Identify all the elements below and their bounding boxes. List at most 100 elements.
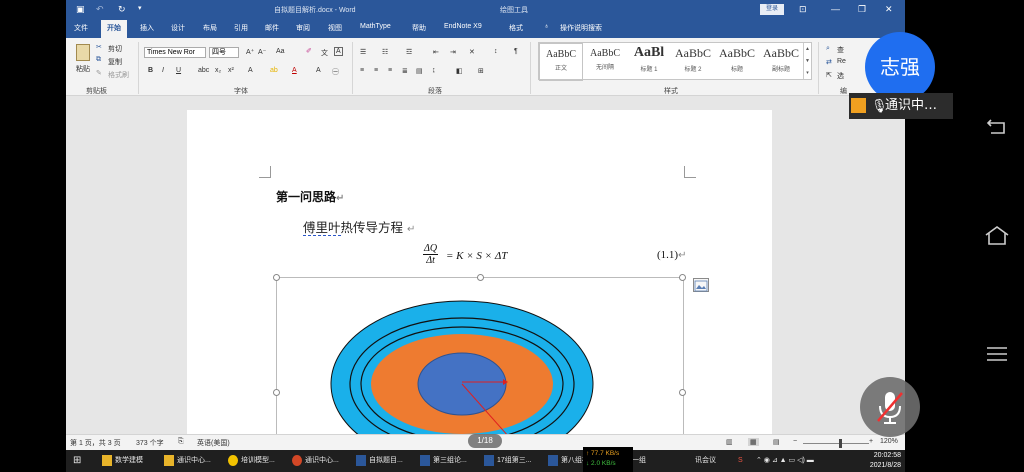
zoom-out-icon[interactable]: − [793,438,797,445]
windows-start-icon[interactable]: ⊞ [73,450,81,472]
tab-home[interactable]: 开始 [101,20,127,38]
taskbar-item-meeting[interactable]: 讯会议 [695,450,716,472]
shrink-font-icon[interactable]: A⁻ [258,48,266,56]
highlight-icon[interactable]: ab [270,67,278,74]
taskbar-item[interactable]: 第三组论... [420,450,467,472]
font-color-icon[interactable]: A [292,67,297,74]
proofing-icon[interactable]: ⎘ [178,438,184,446]
chinese-layout-icon[interactable]: ✕ [469,48,475,56]
tab-help[interactable]: 帮助 [412,23,426,33]
decrease-indent-icon[interactable]: ⇤ [433,48,439,56]
italic-icon[interactable]: I [162,67,164,74]
tell-me-search[interactable]: 操作说明搜索 [560,23,602,33]
underline-icon[interactable]: U [176,67,181,74]
zoom-in-icon[interactable]: + [869,438,873,445]
equation-rhs[interactable]: = K × S × ΔT [446,250,507,262]
read-mode-icon[interactable]: ▥ [726,438,733,446]
tab-insert[interactable]: 插入 [140,23,154,33]
tab-format[interactable]: 格式 [509,23,523,33]
find-button[interactable]: 查 [837,45,844,55]
tab-mailings[interactable]: 邮件 [265,23,279,33]
taskbar-item[interactable]: 自拟题目... [356,450,403,472]
participant-avatar[interactable]: 志强 [865,32,935,102]
char-shading-icon[interactable]: A [316,67,321,74]
print-layout-icon[interactable]: ▦ [748,438,759,446]
minimize-icon[interactable]: — [831,4,840,14]
save-icon[interactable]: ▣ [76,4,85,15]
resize-handle-tc[interactable] [477,274,484,281]
bullets-icon[interactable]: ☰ [360,48,366,56]
page-count[interactable]: 第 1 页，共 3 页 [70,438,121,448]
grow-font-icon[interactable]: A⁺ [246,48,254,56]
quick-access-dropdown-icon[interactable]: ▾ [138,4,142,12]
resize-handle-tl[interactable] [273,274,280,281]
increase-indent-icon[interactable]: ⇥ [450,48,456,56]
resize-handle-mr[interactable] [679,389,686,396]
line-spacing-icon[interactable]: ↨ [432,67,436,74]
align-right-icon[interactable]: ≡ [388,67,392,74]
enclose-char-icon[interactable]: ㊀ [332,67,339,77]
text-effects-icon[interactable]: A [248,67,253,74]
mute-microphone-button[interactable] [860,377,920,437]
font-size-select[interactable]: 四号 [209,47,239,58]
bold-icon[interactable]: B [148,67,153,74]
selected-figure[interactable] [273,274,686,447]
web-layout-icon[interactable]: ▤ [773,438,780,446]
subscript-icon[interactable]: x₂ [215,67,221,74]
layout-options-icon[interactable] [693,278,709,292]
tab-design[interactable]: 设计 [171,23,185,33]
equation-fraction[interactable]: ΔQ Δt [423,243,439,266]
restore-icon[interactable]: ❐ [858,4,866,15]
taskbar-item[interactable]: 培训模型... [228,450,275,472]
resize-handle-tr[interactable] [679,274,686,281]
replace-button[interactable]: Re [837,58,846,65]
close-icon[interactable]: ✕ [885,4,893,15]
style-normal[interactable]: AaBbC 正文 [539,43,583,81]
paste-button[interactable]: 粘贴 [72,43,94,81]
styles-scroll-icon[interactable]: ▲ ▼ ▾ [803,43,811,79]
copy-button[interactable]: 复制 [108,57,122,67]
distributed-icon[interactable]: ▤ [416,67,423,75]
show-marks-icon[interactable]: ¶ [514,48,518,55]
shading-icon[interactable]: ◧ [456,67,463,75]
taskbar-item[interactable]: 通识中心... [164,450,211,472]
section-heading[interactable]: 第一问思路↵ [276,188,344,205]
change-case-icon[interactable]: Aa [276,48,285,55]
taskbar-item[interactable]: 数学建模 [102,450,143,472]
multilevel-list-icon[interactable]: ☲ [406,48,412,56]
back-icon[interactable] [983,112,1011,140]
tab-references[interactable]: 引用 [234,23,248,33]
menu-icon[interactable] [983,340,1011,368]
font-name-select[interactable]: Times New Ror [144,47,206,58]
tab-view[interactable]: 视图 [328,23,342,33]
style-no-spacing[interactable]: AaBbC 无间隔 [583,43,627,81]
style-subtitle[interactable]: AaBbC 副标题 [759,43,803,81]
zoom-level[interactable]: 120% [880,438,898,445]
clear-format-icon[interactable]: ✐ [306,47,312,55]
select-button[interactable]: 选 [837,71,844,81]
zoom-slider-thumb[interactable] [839,439,842,448]
tray-icons[interactable]: ⌃ ◉ ⊿ ▲ ▭ ◁) ▬ [756,450,814,472]
ribbon-display-icon[interactable]: ⊡ [799,4,807,15]
tab-mathtype[interactable]: MathType [360,23,391,30]
numbering-icon[interactable]: ☷ [382,48,388,56]
taskbar-item[interactable]: 通识中心... [292,450,339,472]
document-page[interactable]: 第一问思路↵ 傅里叶热传导方程 ↵ ΔQ Δt = K × S × ΔT (1.… [187,110,772,447]
style-title[interactable]: AaBbC 标题 [715,43,759,81]
format-painter-button[interactable]: 格式刷 [108,70,129,80]
undo-icon[interactable]: ↶ [96,4,104,15]
tab-file[interactable]: 文件 [74,23,88,33]
cut-button[interactable]: 剪切 [108,44,122,54]
tab-layout[interactable]: 布局 [203,23,217,33]
language-status[interactable]: 英语(美国) [197,438,230,448]
tab-review[interactable]: 审阅 [296,23,310,33]
zoom-slider[interactable] [803,439,869,448]
sort-icon[interactable]: ↕ [494,48,498,55]
tray-app-icon[interactable]: S [738,450,743,472]
style-heading-1[interactable]: AaBl 标题 1 [627,43,671,81]
clock[interactable]: 20:02:58 2021/8/28 [870,451,901,471]
borders-icon[interactable]: ⊞ [478,67,484,75]
tab-endnote[interactable]: EndNote X9 [444,23,482,30]
align-left-icon[interactable]: ≡ [360,67,364,74]
home-icon[interactable] [983,222,1011,250]
